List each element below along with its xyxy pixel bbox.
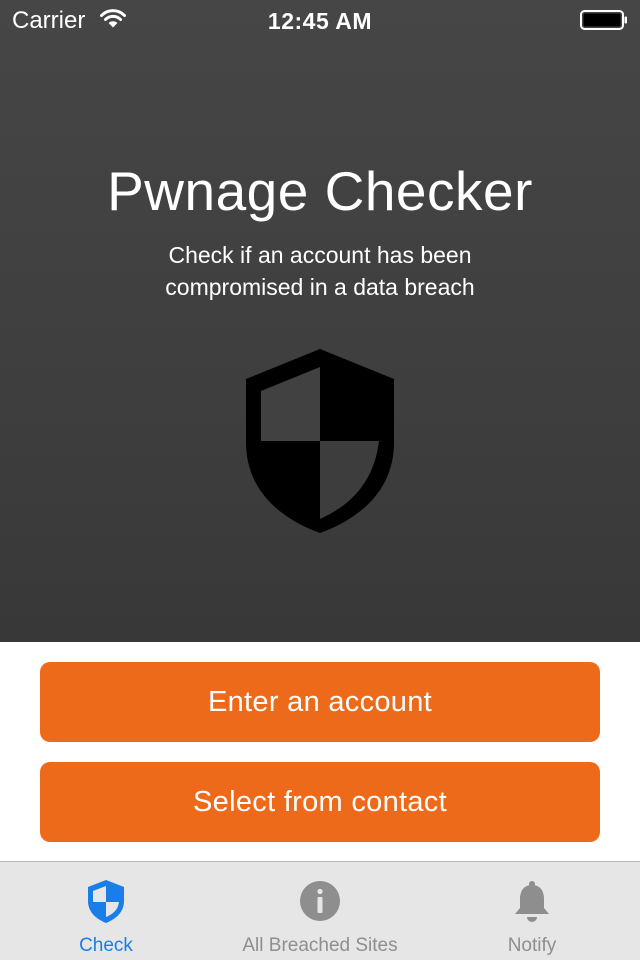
enter-account-button[interactable]: Enter an account [40, 662, 600, 742]
select-contact-button[interactable]: Select from contact [40, 762, 600, 842]
status-bar: Carrier 12:45 AM [0, 0, 640, 40]
battery-icon [580, 10, 627, 30]
tab-label-notify: Notify [507, 935, 557, 956]
tab-all-breached-sites[interactable]: All Breached Sites [220, 862, 420, 960]
tab-notify[interactable]: Notify [432, 862, 632, 960]
shield-icon [246, 349, 394, 533]
tab-label-all-breached-sites: All Breached Sites [242, 935, 398, 956]
shield-icon [88, 880, 124, 923]
clock: 12:45 AM [267, 8, 373, 34]
tab-label-check: Check [79, 935, 133, 956]
app-title: Pwnage Checker [107, 160, 533, 222]
tab-bar: Check All Breached Sites Notify [0, 861, 640, 960]
action-panel: Enter an account Select from contact [0, 642, 640, 861]
info-icon [300, 881, 340, 921]
tab-check[interactable]: Check [6, 862, 206, 960]
hero-panel: Carrier 12:45 AM Pwnage Checker Check if… [0, 0, 640, 642]
app-screen: Carrier 12:45 AM Pwnage Checker Check if… [0, 0, 640, 960]
bell-icon [515, 881, 549, 922]
app-subtitle: Check if an account has been compromised… [165, 242, 475, 300]
